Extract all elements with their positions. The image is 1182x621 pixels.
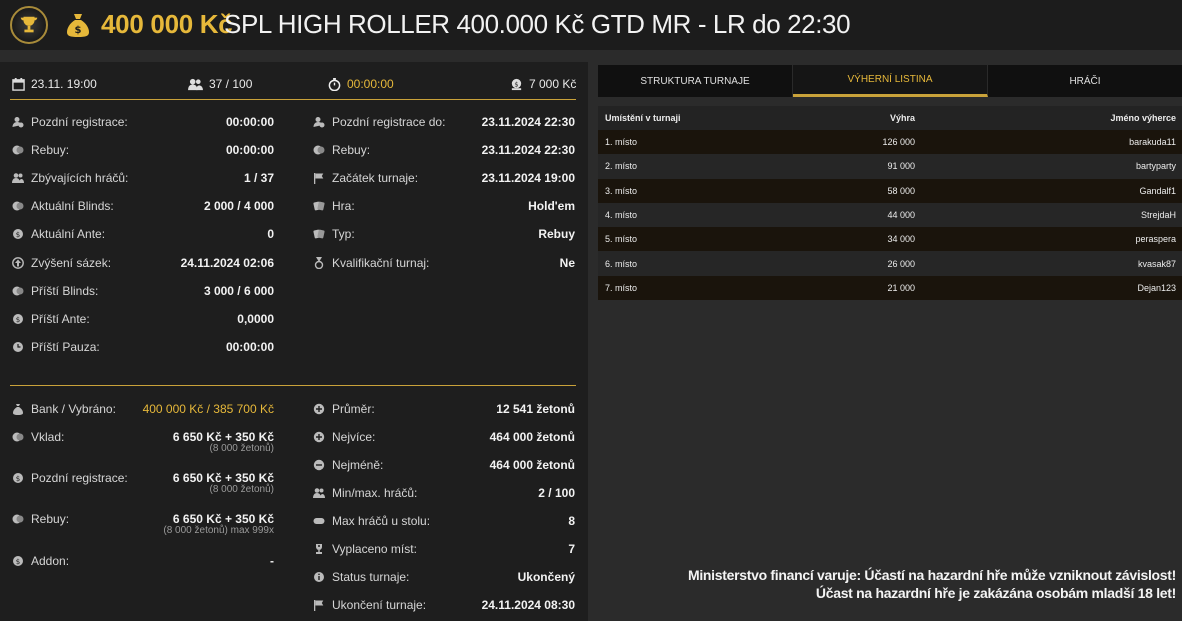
svg-text:$: $ — [16, 316, 20, 324]
arrow-up-icon — [12, 256, 24, 269]
top-stats-bar: 23.11. 19:00 37 / 100 00:00:00 $ 7 000 K… — [10, 70, 576, 100]
info-row: Příští Pauza: 00:00:00 — [12, 337, 274, 357]
tab-payouts[interactable]: VÝHERNÍ LISTINA — [793, 65, 988, 97]
coin-icon: $ — [13, 229, 23, 240]
info-row: Max hráčů u stolu: 8 — [313, 511, 575, 531]
clock-icon — [13, 341, 23, 352]
svg-text:$: $ — [514, 80, 518, 88]
prize-pool: 400 000 Kč — [101, 9, 233, 39]
tab-bar: STRUKTURA TURNAJE VÝHERNÍ LISTINA HRÁČI — [598, 65, 1182, 97]
results-panel: STRUKTURA TURNAJE VÝHERNÍ LISTINA HRÁČI … — [598, 62, 1182, 621]
info-row: Vyplaceno míst: 7 — [313, 539, 575, 559]
info-row: $ Příští Ante: 0,0000 — [12, 309, 274, 329]
users-icon — [12, 173, 24, 184]
info-row: Zbývajících hráčů: 1 / 37 — [12, 168, 274, 188]
flag-icon — [314, 173, 324, 185]
section-divider — [10, 385, 576, 386]
coin-icon: $ — [13, 473, 23, 483]
coin-icon: $ — [13, 313, 23, 324]
info-row: Nejvíce: 464 000 žetonů — [313, 427, 575, 447]
table-row: 6. místo 26 000 kvasak87 — [598, 251, 1182, 276]
info-row: Hra: Hold'em — [313, 196, 575, 216]
coins-icon — [12, 286, 24, 296]
rebuy-fee-row: Rebuy: 6 650 Kč + 350 Kč (8 000 žetonů) … — [12, 509, 274, 536]
stopwatch-icon — [328, 77, 341, 91]
cards-icon — [313, 230, 325, 239]
svg-text:$: $ — [16, 558, 20, 566]
info-row: Typ: Rebuy — [313, 224, 575, 244]
coins-icon — [12, 201, 24, 211]
user-clock-icon — [12, 117, 24, 128]
table-body: 1. místo 126 000 barakuda11 2. místo 91 000 b… — [598, 130, 1182, 301]
tab-structure[interactable]: STRUKTURA TURNAJE — [598, 65, 793, 97]
info-icon — [314, 572, 324, 582]
trophy-icon — [316, 544, 322, 554]
svg-text:$: $ — [16, 475, 20, 483]
table-row: 7. místo 21 000 Dejan123 — [598, 275, 1182, 301]
plus-circle-icon — [313, 403, 325, 415]
tab-players[interactable]: HRÁČI — [988, 65, 1182, 97]
flag-icon — [314, 600, 324, 611]
info-row: Rebuy: 00:00:00 — [12, 140, 274, 160]
info-row: Pozdní registrace: 00:00:00 — [12, 112, 274, 132]
info-row: Ukončení turnaje: 24.11.2024 08:30 — [313, 595, 575, 615]
info-row: Pozdní registrace do: 23.11.2024 22:30 — [313, 112, 575, 132]
addon-row: $ Addon: - — [12, 551, 274, 571]
table-icon — [313, 518, 325, 524]
table-row: 1. místo 126 000 barakuda11 — [598, 130, 1182, 155]
coins-icon — [12, 145, 24, 155]
tournament-title: SPL HIGH ROLLER 400.000 Kč GTD MR - LR d… — [224, 9, 851, 39]
user-clock-icon — [313, 117, 325, 128]
info-row: Rebuy: 23.11.2024 22:30 — [313, 140, 575, 160]
casino-logo-icon[interactable] — [10, 6, 48, 44]
deposit-row: Vklad: 6 650 Kč + 350 Kč (8 000 žetonů) — [12, 427, 274, 454]
gambling-warning: Ministerstvo financí varuje: Účastí na h… — [687, 567, 1176, 601]
plus-circle-icon — [313, 431, 325, 443]
header: $ 400 000 Kč SPL HIGH ROLLER 400.000 Kč … — [0, 0, 1182, 50]
info-row: Nejméně: 464 000 žetonů — [313, 455, 575, 475]
buy-in: $ 7 000 Kč — [510, 77, 576, 91]
medal-icon — [314, 256, 324, 269]
users-icon — [313, 488, 325, 498]
info-row: Aktuální Blinds: 2 000 / 4 000 — [12, 196, 274, 216]
svg-text:$: $ — [16, 231, 20, 239]
info-row: Kvalifikační turnaj: Ne — [313, 253, 575, 273]
info-row: $ Aktuální Ante: 0 — [12, 224, 274, 244]
money-icon: $ — [511, 78, 522, 90]
money-bag-icon — [13, 404, 23, 415]
info-row: Status turnaje: Ukončený — [313, 567, 575, 587]
countdown-timer: 00:00:00 — [328, 77, 394, 91]
payout-table: Umístění v turnaji Výhra Jméno výherce 1… — [598, 106, 1182, 301]
info-row: Průměr: 12 541 žetonů — [313, 399, 575, 419]
coins-icon — [12, 514, 24, 524]
table-row: 4. místo 44 000 StrejdaH — [598, 202, 1182, 228]
registered-players: 37 / 100 — [188, 77, 252, 91]
info-row: Příští Blinds: 3 000 / 6 000 — [12, 281, 274, 301]
start-date: 23.11. 19:00 — [12, 77, 97, 91]
money-bag-icon: $ — [67, 14, 89, 37]
tournament-info-panel: 23.11. 19:00 37 / 100 00:00:00 $ 7 000 K… — [0, 62, 588, 621]
coin-icon: $ — [13, 556, 23, 566]
late-registration-fee-row: $ Pozdní registrace: 6 650 Kč + 350 Kč (… — [12, 468, 274, 495]
table-row: 5. místo 34 000 peraspera — [598, 227, 1182, 252]
table-row: 3. místo 58 000 Gandalf1 — [598, 178, 1182, 203]
coins-icon — [12, 432, 24, 442]
coins-icon — [313, 145, 325, 155]
calendar-icon — [12, 77, 25, 91]
minus-circle-icon — [313, 459, 325, 471]
users-icon — [188, 78, 203, 90]
table-header: Umístění v turnaji Výhra Jméno výherce — [598, 106, 1182, 130]
cards-icon — [313, 201, 325, 211]
info-row: Min/max. hráčů: 2 / 100 — [313, 483, 575, 503]
trophy-icon — [20, 16, 38, 33]
info-row: Zvýšení sázek: 24.11.2024 02:06 — [12, 253, 274, 273]
info-row: Začátek turnaje: 23.11.2024 19:00 — [313, 168, 575, 188]
svg-text:$: $ — [75, 25, 82, 36]
table-row: 2. místo 91 000 bartyparty — [598, 154, 1182, 179]
bank-row: Bank / Vybráno: 400 000 Kč / 385 700 Kč — [12, 399, 274, 419]
